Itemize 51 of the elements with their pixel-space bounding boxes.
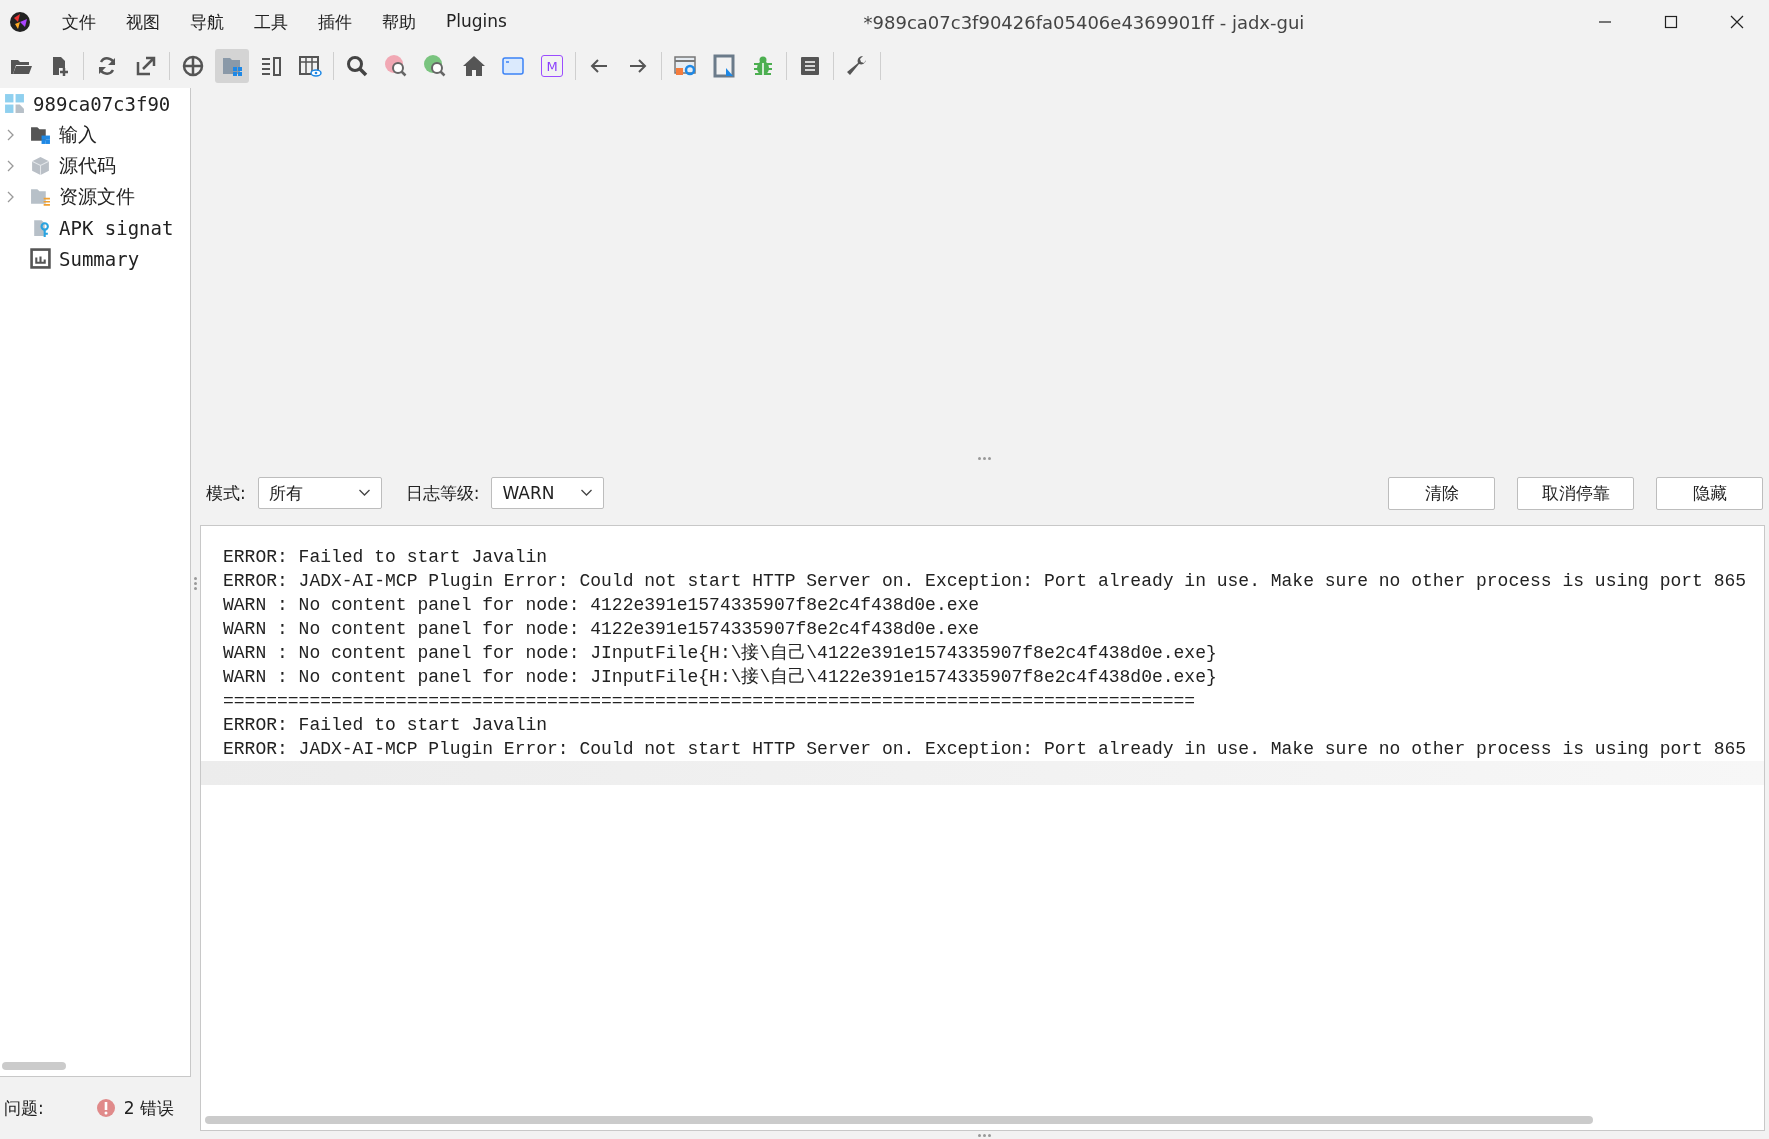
maximize-icon[interactable] <box>1663 14 1679 30</box>
tree-item[interactable]: Summary <box>59 247 140 270</box>
panel-button[interactable]: 清除 <box>1388 476 1495 510</box>
log-line: WARN : No content panel for node: JInputFile{H:\接\自己\4122e391e1574335907f8e2c4f438d0e.exe} <box>223 642 1218 665</box>
caret-icon <box>357 489 371 497</box>
splitter-handle[interactable] <box>978 1133 991 1137</box>
tree-item[interactable]: APK signat <box>59 216 174 239</box>
splitter-handle[interactable] <box>194 577 197 590</box>
folder-icon <box>30 124 51 145</box>
toolbar-button[interactable]: M <box>535 49 569 83</box>
mode-dropdown[interactable]: 所有 <box>257 477 382 509</box>
grid-icon <box>4 93 25 114</box>
log-level-label: 日志等级: <box>405 481 480 505</box>
menu-item[interactable]: 文件 <box>58 8 100 36</box>
log-line: ========================================================================================== <box>223 690 1197 713</box>
expand-icon[interactable] <box>6 189 16 204</box>
chart-icon <box>30 248 51 269</box>
log-line: WARN : No content panel for node: JInputFile{H:\接\自己\4122e391e1574335907f8e2c4f438d0e.exe} <box>223 666 1218 689</box>
menu-item[interactable]: 帮助 <box>378 8 420 36</box>
close-icon[interactable] <box>1729 14 1745 30</box>
caret-icon <box>580 489 594 497</box>
menu-item[interactable]: 导航 <box>186 8 228 36</box>
mode-label: 模式: <box>206 481 246 505</box>
expand-icon[interactable] <box>6 127 16 142</box>
tree-item[interactable]: 输入 <box>59 121 97 148</box>
tree-item[interactable]: 资源文件 <box>59 183 135 210</box>
tree-item[interactable]: 989ca07c3f90 <box>33 92 171 115</box>
error-count[interactable]: 2 错误 <box>123 1096 174 1120</box>
menu-item[interactable]: 视图 <box>122 8 164 36</box>
log-line: WARN : No content panel for node: 4122e391e1574335907f8e2c4f438d0e.exe <box>223 594 981 617</box>
log-line: ERROR: JADX-AI-MCP Plugin Error: Could not start HTTP Server on. Exception: Port already in use. Make sure no other process is using port 865 <box>223 738 1748 761</box>
menu-item[interactable]: 工具 <box>250 8 292 36</box>
log-line: ERROR: Failed to start Javalin <box>223 714 549 737</box>
tree-item[interactable]: 源代码 <box>59 152 116 179</box>
log-line: ERROR: Failed to start Javalin <box>223 546 549 569</box>
menu-item[interactable]: 插件 <box>314 8 356 36</box>
folder-icon <box>30 186 51 207</box>
menu-item[interactable]: Plugins <box>442 8 511 36</box>
error-icon <box>95 1098 116 1118</box>
window-title: *989ca07c3f90426fa05406e4369901ff - jadx-gui <box>862 11 1306 33</box>
log-line: WARN : No content panel for node: 4122e391e1574335907f8e2c4f438d0e.exe <box>223 618 981 641</box>
log-level-dropdown[interactable]: WARN <box>491 477 605 509</box>
log-line: ERROR: JADX-AI-MCP Plugin Error: Could not start HTTP Server on. Exception: Port already in use. Make sure no other process is using port 865 <box>223 570 1748 593</box>
cube-icon <box>30 155 51 176</box>
scrollbar[interactable] <box>2 1062 66 1070</box>
status-label: 问题: <box>4 1096 44 1120</box>
app-logo-icon <box>8 10 32 34</box>
scrollbar[interactable] <box>205 1116 1593 1124</box>
expand-icon[interactable] <box>6 158 16 173</box>
panel-button[interactable]: 取消停靠 <box>1517 476 1634 510</box>
panel-button[interactable]: 隐藏 <box>1656 476 1763 510</box>
